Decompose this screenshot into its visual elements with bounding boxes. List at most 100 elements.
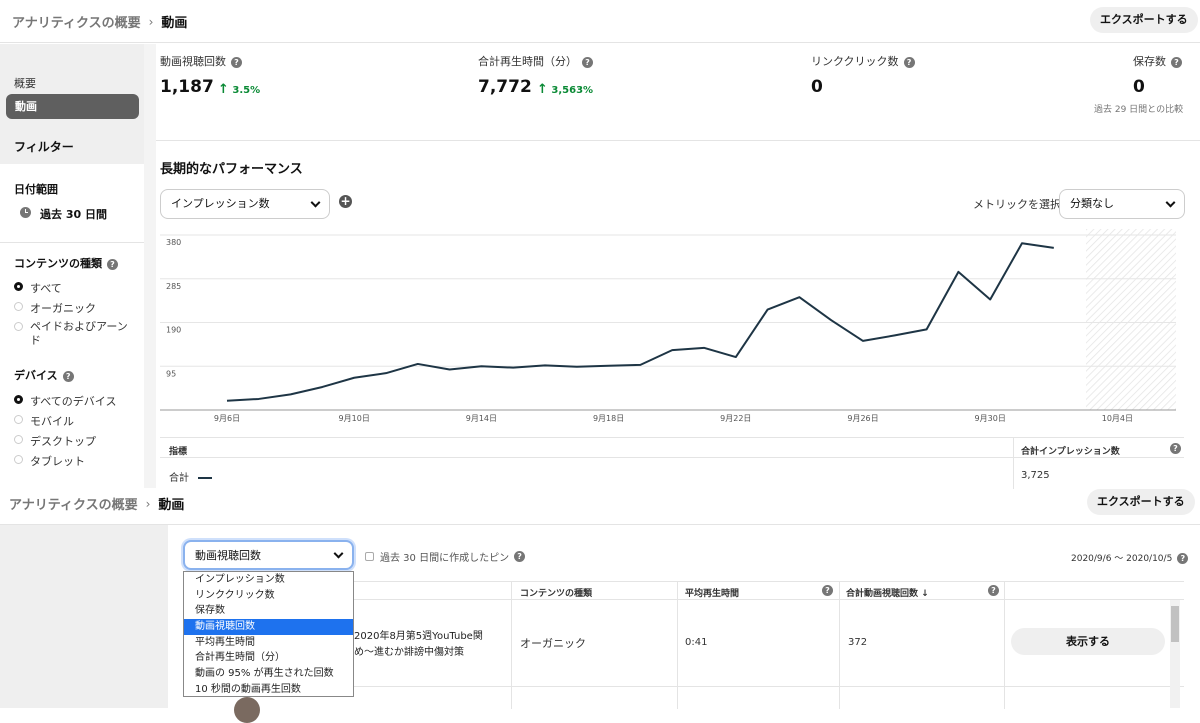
chevron-down-icon bbox=[311, 198, 321, 208]
x-tick-label: 9月14日 bbox=[466, 414, 497, 423]
row-title-line-2[interactable]: め〜進むか誹謗中傷対策 bbox=[354, 643, 464, 658]
dropdown-option[interactable]: 平均再生時間 bbox=[184, 635, 353, 651]
x-tick-label: 9月10日 bbox=[339, 414, 370, 423]
series-legend-swatch bbox=[198, 477, 212, 479]
breakdown-select[interactable]: 分類なし bbox=[1059, 189, 1185, 219]
metric-label-text: 合計再生時間（分） bbox=[478, 55, 577, 68]
summary-col-metric: 指標 bbox=[169, 444, 187, 457]
col-total-views[interactable]: 合計動画視聴回数 ↓ bbox=[846, 586, 929, 599]
sidebar-item-video[interactable]: 動画 bbox=[6, 94, 139, 119]
device-title-text: デバイス bbox=[14, 369, 58, 382]
x-tick-label: 9月22日 bbox=[720, 414, 751, 423]
metric-label-saves: 保存数? bbox=[1133, 53, 1182, 69]
help-icon[interactable]: ? bbox=[63, 371, 74, 382]
y-tick-label: 380 bbox=[166, 238, 181, 247]
help-icon[interactable]: ? bbox=[904, 57, 915, 68]
breadcrumb-bottom: アナリティクスの概要 › 動画 bbox=[9, 494, 184, 513]
dropdown-option[interactable]: インプレッション数 bbox=[184, 572, 353, 588]
help-icon[interactable]: ? bbox=[1177, 553, 1188, 564]
export-button[interactable]: エクスポートする bbox=[1090, 7, 1198, 33]
help-icon[interactable]: ? bbox=[107, 259, 118, 270]
bottom-sidebar-strip bbox=[0, 525, 168, 708]
row-avg-time: 0:41 bbox=[685, 637, 707, 648]
row-title-line-1[interactable]: 2020年8月第5週YouTube関 bbox=[354, 627, 483, 642]
metric-value-watch-time: 7,772 bbox=[478, 77, 532, 97]
metric-label-text: 保存数 bbox=[1133, 55, 1166, 68]
dropdown-option[interactable]: 保存数 bbox=[184, 603, 353, 619]
x-tick-label: 10月4日 bbox=[1102, 414, 1133, 423]
breadcrumb-link-overview[interactable]: アナリティクスの概要 bbox=[12, 12, 141, 31]
dropdown-option[interactable]: リンククリック数 bbox=[184, 588, 353, 604]
x-tick-label: 9月6日 bbox=[214, 414, 240, 423]
radio-device-mobile[interactable]: モバイル bbox=[14, 413, 74, 429]
breakdown-select-value: 分類なし bbox=[1070, 197, 1114, 210]
sort-desc-icon: ↓ bbox=[921, 589, 929, 599]
export-button-bottom[interactable]: エクスポートする bbox=[1087, 489, 1195, 515]
date-range-value: 過去 30 日間 bbox=[40, 206, 107, 222]
radio-icon bbox=[14, 455, 23, 464]
breadcrumb: アナリティクスの概要 › 動画 bbox=[12, 12, 187, 31]
content-type-title-text: コンテンツの種類 bbox=[14, 257, 102, 270]
radio-device-desktop[interactable]: デスクトップ bbox=[14, 433, 96, 449]
breadcrumb-link-overview[interactable]: アナリティクスの概要 bbox=[9, 494, 138, 513]
x-tick-label: 9月26日 bbox=[847, 414, 878, 423]
metric-select[interactable]: インプレッション数 bbox=[160, 189, 330, 219]
metric-dropdown-list[interactable]: インプレッション数リンククリック数保存数動画視聴回数平均再生時間合計再生時間（分… bbox=[183, 571, 354, 697]
dropdown-option[interactable]: 合計再生時間（分） bbox=[184, 650, 353, 666]
help-icon[interactable]: ? bbox=[988, 585, 999, 596]
radio-device-tablet[interactable]: タブレット bbox=[14, 453, 85, 469]
scrollbar[interactable] bbox=[1170, 600, 1180, 708]
radio-label: デスクトップ bbox=[30, 433, 96, 449]
radio-label: モバイル bbox=[30, 413, 74, 429]
help-icon[interactable]: ? bbox=[1170, 443, 1181, 454]
y-tick-label: 95 bbox=[166, 369, 176, 378]
scrollbar-thumb[interactable] bbox=[1171, 606, 1179, 642]
radio-device-all[interactable]: すべてのデバイス bbox=[14, 393, 116, 409]
recent-pins-checkbox[interactable]: 過去 30 日間に作成したピン? bbox=[365, 549, 525, 564]
help-icon[interactable]: ? bbox=[514, 551, 525, 562]
thumbnail-avatar bbox=[234, 697, 260, 723]
sidebar-right-border bbox=[144, 44, 156, 488]
metric-value-link-clicks: 0 bbox=[811, 77, 823, 97]
date-range-text: 2020/9/6 〜 2020/10/5? bbox=[1071, 551, 1188, 564]
add-metric-icon[interactable]: + bbox=[339, 195, 352, 208]
metric-label-text: 動画視聴回数 bbox=[160, 55, 226, 68]
checkbox-icon bbox=[365, 552, 374, 561]
chevron-down-icon bbox=[334, 549, 344, 559]
radio-content-paid[interactable]: ペイドおよびアーンド bbox=[14, 320, 132, 348]
bottom-metric-select[interactable]: 動画視聴回数 bbox=[183, 540, 354, 570]
x-tick-label: 9月30日 bbox=[975, 414, 1006, 423]
col-divider bbox=[677, 582, 678, 709]
radio-content-all[interactable]: すべて bbox=[14, 280, 62, 296]
bottom-header-divider bbox=[0, 524, 1200, 525]
help-icon[interactable]: ? bbox=[1171, 57, 1182, 68]
radio-selected-icon bbox=[14, 282, 23, 291]
y-tick-label: 190 bbox=[166, 326, 181, 335]
radio-label: すべてのデバイス bbox=[30, 393, 116, 409]
dropdown-option[interactable]: 動画の 95% が再生された回数 bbox=[184, 666, 353, 682]
radio-content-organic[interactable]: オーガニック bbox=[14, 300, 96, 316]
dropdown-option[interactable]: 動画視聴回数 bbox=[184, 619, 353, 635]
sidebar-item-overview[interactable]: 概要 bbox=[14, 75, 36, 91]
row-views: 372 bbox=[848, 637, 867, 648]
dropdown-option[interactable]: 10 秒間の動画再生回数 bbox=[184, 682, 353, 698]
sidebar-divider bbox=[0, 242, 144, 243]
help-icon[interactable]: ? bbox=[822, 585, 833, 596]
arrow-up-icon: ↑ bbox=[218, 82, 229, 97]
summary-row-label-text: 合計 bbox=[169, 473, 189, 484]
breadcrumb-current: 動画 bbox=[158, 494, 184, 513]
metric-value-saves: 0 bbox=[1133, 77, 1145, 97]
radio-icon bbox=[14, 415, 23, 424]
radio-icon bbox=[14, 435, 23, 444]
show-button[interactable]: 表示する bbox=[1011, 628, 1165, 655]
radio-label: すべて bbox=[30, 280, 62, 296]
breadcrumb-current: 動画 bbox=[161, 12, 187, 31]
summary-table: 指標 合計インプレッション数 ? 合計 3,725 bbox=[160, 437, 1184, 489]
help-icon[interactable]: ? bbox=[582, 57, 593, 68]
radio-label: タブレット bbox=[30, 453, 85, 469]
date-range-select[interactable]: 過去 30 日間 bbox=[20, 206, 107, 222]
help-icon[interactable]: ? bbox=[231, 57, 242, 68]
col-divider bbox=[1004, 582, 1005, 709]
row-content-type: オーガニック bbox=[520, 635, 586, 651]
radio-selected-icon bbox=[14, 395, 23, 404]
